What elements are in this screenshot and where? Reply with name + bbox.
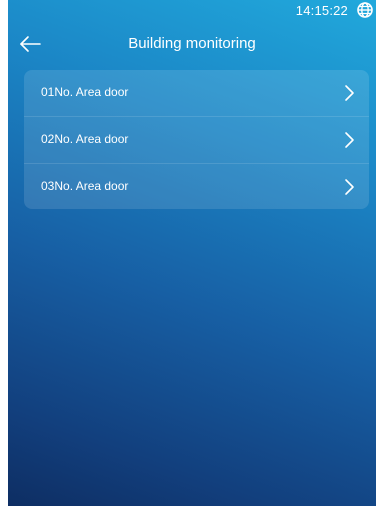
chevron-right-icon [345, 132, 354, 148]
door-item-02[interactable]: 02No. Area door [24, 116, 369, 163]
door-item-03[interactable]: 03No. Area door [24, 163, 369, 210]
chevron-right-icon [345, 179, 354, 195]
chevron-right-icon [345, 85, 354, 101]
globe-icon [357, 2, 373, 18]
door-item-01[interactable]: 01No. Area door [24, 70, 369, 116]
status-time: 14:15:22 [295, 3, 348, 18]
status-bar: 14:15:22 [8, 0, 376, 24]
monitoring-screen: 14:15:22 Building monitoring 01No. Area … [8, 0, 376, 506]
page-title: Building monitoring [128, 35, 256, 52]
door-label: 02No. Area door [41, 132, 129, 146]
door-label: 03No. Area door [41, 179, 129, 193]
header: Building monitoring [8, 26, 376, 66]
door-label: 01No. Area door [41, 85, 129, 99]
door-list: 01No. Area door 02No. Area door 03No. Ar… [24, 70, 369, 209]
